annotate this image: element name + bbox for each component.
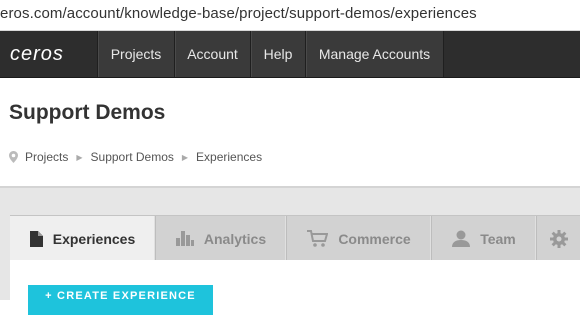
document-icon (29, 230, 43, 247)
page-title: Support Demos (9, 101, 166, 124)
tab-commerce[interactable]: Commerce (287, 216, 432, 261)
ceros-logo[interactable]: ceros (10, 40, 92, 68)
nav-help[interactable]: Help (250, 31, 305, 77)
location-pin-icon (9, 151, 18, 163)
url-text[interactable]: eros.com/account/knowledge-base/project/… (0, 5, 477, 22)
breadcrumb-projects[interactable]: Projects (25, 150, 68, 164)
breadcrumb: Projects ▶ Support Demos ▶ Experiences (9, 150, 262, 164)
tab-team[interactable]: Team (432, 216, 537, 261)
tab-team-label: Team (480, 230, 516, 247)
chevron-right-icon: ▶ (76, 152, 83, 162)
tab-experiences[interactable]: Experiences (10, 216, 156, 261)
nav-projects[interactable]: Projects (97, 31, 174, 77)
nav-manage-accounts-label: Manage Accounts (318, 46, 431, 62)
nav-account-label: Account (187, 46, 238, 62)
nav-help-label: Help (263, 46, 293, 62)
gear-icon (549, 229, 568, 248)
tab-analytics-label: Analytics (203, 230, 267, 247)
top-nav: ceros Projects Account Help Manage Accou… (0, 31, 580, 78)
nav-account[interactable]: Account (174, 31, 250, 77)
tab-analytics[interactable]: Analytics (156, 216, 287, 261)
create-experience-button[interactable]: + CREATE EXPERIENCE (28, 285, 213, 315)
chevron-right-icon: ▶ (181, 152, 189, 162)
tab-commerce-label: Commerce (338, 230, 411, 247)
nav-projects-label: Projects (110, 46, 162, 62)
nav-spacer (443, 31, 580, 77)
nav-manage-accounts[interactable]: Manage Accounts (305, 31, 443, 77)
tabs-area: Experiences Analytics Commerce Team + CR… (0, 188, 580, 315)
person-icon (452, 230, 471, 247)
tab-bar: Experiences Analytics Commerce Team (10, 215, 580, 261)
tab-experiences-label: Experiences (52, 230, 136, 247)
breadcrumb-experiences: Experiences (196, 150, 263, 164)
logo-text: ceros (10, 42, 64, 65)
bar-chart-icon (175, 231, 194, 246)
tab-settings[interactable] (537, 216, 580, 261)
address-bar[interactable]: eros.com/account/knowledge-base/project/… (0, 0, 580, 31)
cart-icon (307, 230, 329, 247)
experiences-panel: + CREATE EXPERIENCE (10, 260, 580, 315)
breadcrumb-support-demos[interactable]: Support Demos (91, 150, 174, 164)
